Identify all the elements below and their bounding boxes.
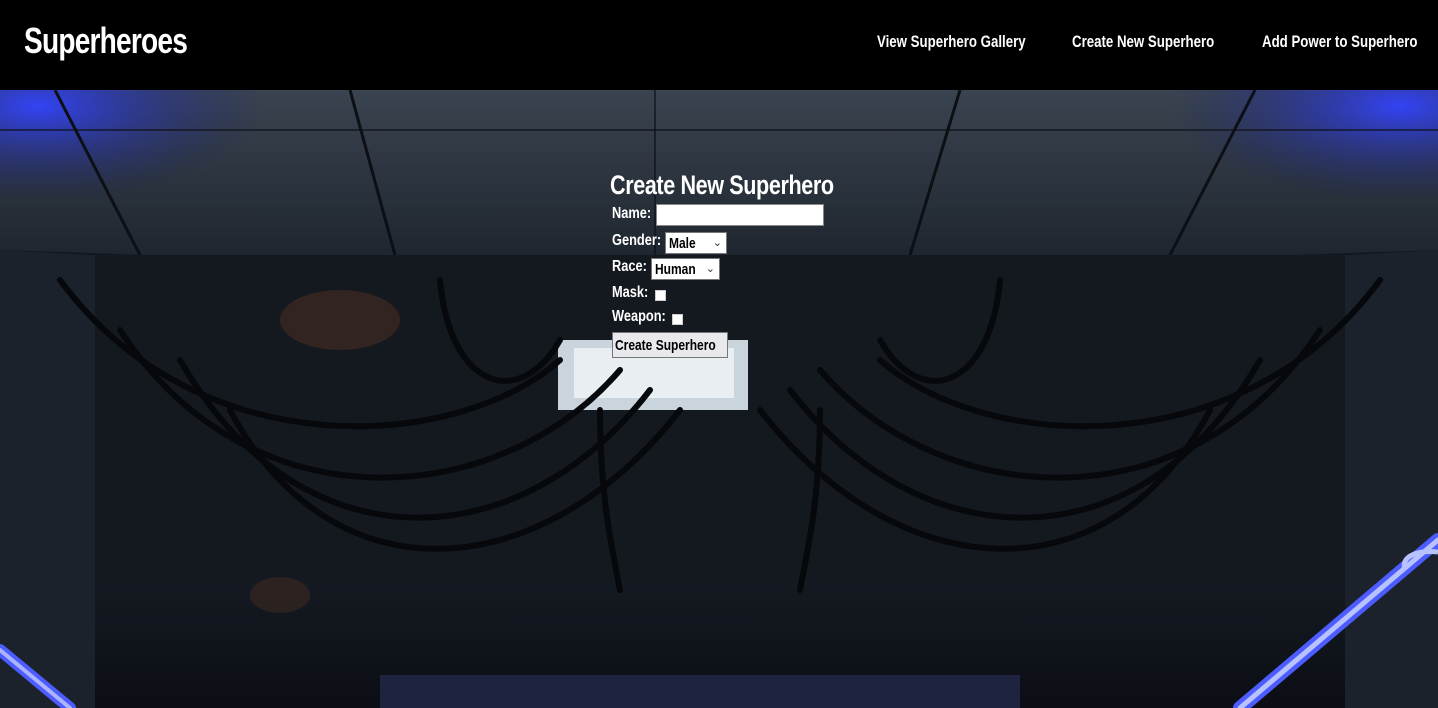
name-label: Name: (612, 205, 652, 222)
create-superhero-form: Create New Superhero Name: Gender: Male … (610, 170, 850, 358)
create-superhero-button[interactable]: Create Superhero (612, 332, 728, 358)
weapon-checkbox[interactable] (672, 314, 683, 325)
gender-label: Gender: (612, 232, 662, 249)
nav-create-superhero-link[interactable]: Create New Superhero (1072, 32, 1214, 52)
nav-view-gallery-link[interactable]: View Superhero Gallery (877, 32, 1026, 52)
gender-select[interactable]: Male ⌄ (665, 232, 727, 254)
weapon-row: Weapon: (612, 308, 683, 326)
nav-add-power-link[interactable]: Add Power to Superhero (1262, 32, 1417, 52)
mask-checkbox[interactable] (655, 290, 666, 301)
name-input[interactable] (656, 204, 824, 226)
mask-row: Mask: (612, 284, 666, 302)
create-superhero-button-label: Create Superhero (615, 336, 716, 354)
chevron-down-icon: ⌄ (712, 237, 722, 249)
top-navigation-bar: Superheroes View Superhero Gallery Creat… (0, 0, 1438, 90)
name-row: Name: (612, 204, 824, 226)
form-title: Create New Superhero (610, 170, 834, 200)
brand-logo-link[interactable]: Superheroes (24, 20, 188, 62)
race-selected-value: Human (655, 260, 696, 278)
weapon-label: Weapon: (612, 308, 666, 325)
mask-label: Mask: (612, 284, 649, 301)
race-row: Race: Human ⌄ (612, 258, 720, 280)
race-label: Race: (612, 258, 647, 275)
chevron-down-icon: ⌄ (705, 263, 715, 275)
gender-selected-value: Male (669, 234, 696, 252)
gender-row: Gender: Male ⌄ (612, 232, 727, 254)
race-select[interactable]: Human ⌄ (651, 258, 720, 280)
